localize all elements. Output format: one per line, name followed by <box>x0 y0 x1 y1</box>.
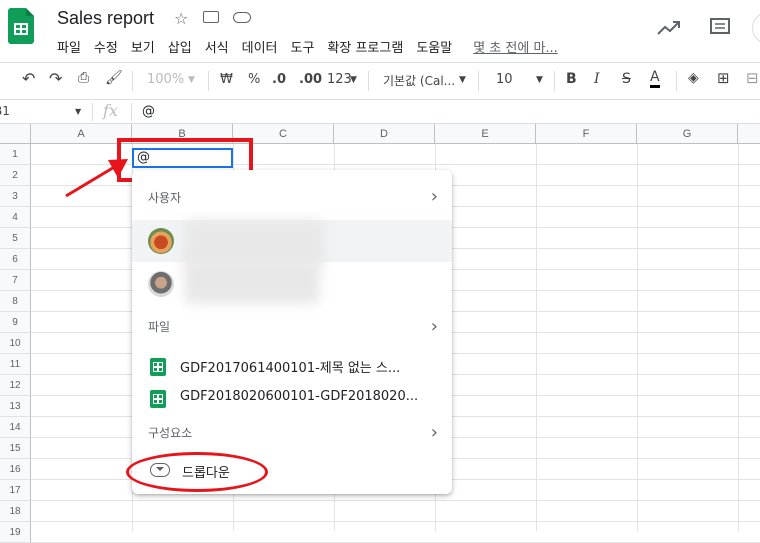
name-box[interactable]: B1 <box>0 104 10 118</box>
cloud-status-icon[interactable] <box>233 12 251 23</box>
column-header[interactable]: G <box>637 124 738 144</box>
menu-view[interactable]: 보기 <box>131 37 155 57</box>
row-header[interactable]: 19 <box>0 522 31 543</box>
italic-button[interactable]: I <box>594 71 600 87</box>
number-format-chevron-icon: ▼ <box>350 75 357 85</box>
row-header[interactable]: 7 <box>0 270 31 291</box>
google-sheets-icon <box>150 358 166 376</box>
file-name: GDF2017061400101-제목 없는 스... <box>180 361 401 376</box>
font-size-chevron-icon: ▼ <box>536 75 543 85</box>
share-button[interactable] <box>752 12 760 44</box>
paint-format-icon[interactable]: 🖌 <box>105 70 123 86</box>
menu-format[interactable]: 서식 <box>205 37 229 57</box>
row-header[interactable]: 2 <box>0 165 31 186</box>
increase-decimal-button[interactable]: .00 <box>299 72 322 87</box>
menu-help[interactable]: 도움말 <box>416 37 452 57</box>
bold-button[interactable]: B <box>566 71 577 87</box>
menu-tools[interactable]: 도구 <box>291 37 315 57</box>
font-chevron-icon: ▼ <box>459 75 466 85</box>
row-header[interactable]: 17 <box>0 480 31 501</box>
percent-format-button[interactable]: % <box>248 72 260 87</box>
row-header[interactable]: 13 <box>0 396 31 417</box>
menu-extensions[interactable]: 확장 프로그램 <box>327 37 403 57</box>
annotation-highlight-ellipse <box>126 452 268 492</box>
move-folder-icon[interactable] <box>203 11 219 23</box>
document-title[interactable]: Sales report <box>57 8 154 29</box>
annotation-arrow-icon <box>65 159 128 198</box>
font-size-select[interactable]: 10 <box>496 72 513 87</box>
row-header[interactable]: 18 <box>0 501 31 522</box>
row-header[interactable]: 16 <box>0 459 31 480</box>
row-header[interactable]: 15 <box>0 438 31 459</box>
chevron-right-icon[interactable]: › <box>431 422 438 443</box>
borders-icon[interactable]: ⊞ <box>717 69 730 87</box>
menu-item-file[interactable]: GDF2018020600101-GDF2018020... <box>132 377 452 417</box>
row-header[interactable]: 8 <box>0 291 31 312</box>
chevron-right-icon[interactable]: › <box>431 186 438 207</box>
smart-chips-menu: 사용자 › 파일 › GDF2017061400101-제목 없는 스... G… <box>132 170 452 494</box>
column-header-overflow <box>738 124 760 144</box>
last-edit-link[interactable]: 몇 초 전에 마... <box>473 37 558 57</box>
row-header[interactable]: 6 <box>0 249 31 270</box>
redo-icon[interactable]: ↷ <box>49 69 62 88</box>
select-all-corner[interactable] <box>0 124 31 144</box>
section-components-title: 구성요소 <box>148 426 193 440</box>
currency-format-button[interactable]: ₩ <box>220 72 233 87</box>
font-family-select[interactable]: 기본값 (Cal... <box>383 72 455 89</box>
sheets-logo-icon[interactable] <box>8 8 34 44</box>
menu-file[interactable]: 파일 <box>57 37 81 57</box>
menu-insert[interactable]: 삽입 <box>168 37 192 57</box>
strikethrough-button[interactable]: S <box>622 71 631 87</box>
menu-bar: 파일 수정 보기 삽입 서식 데이터 도구 확장 프로그램 도움말 몇 초 전에… <box>57 37 571 57</box>
row-header[interactable]: 12 <box>0 375 31 396</box>
chevron-right-icon[interactable]: › <box>431 316 438 337</box>
print-icon[interactable]: ⎙ <box>78 70 89 86</box>
menu-item-person[interactable] <box>132 220 452 266</box>
section-files-title: 파일 <box>148 320 171 334</box>
file-name: GDF2018020600101-GDF2018020... <box>180 389 419 404</box>
row-header[interactable]: 9 <box>0 312 31 333</box>
avatar <box>148 228 174 254</box>
menu-item-person[interactable] <box>132 258 452 304</box>
row-header[interactable]: 14 <box>0 417 31 438</box>
menu-edit[interactable]: 수정 <box>94 37 118 57</box>
decrease-decimal-button[interactable]: .0 <box>272 72 286 87</box>
star-icon[interactable]: ☆ <box>174 9 188 28</box>
zoom-select[interactable]: 100% <box>147 72 184 87</box>
formula-input[interactable]: @ <box>142 104 155 119</box>
avatar <box>148 271 174 297</box>
formula-bar: B1 ▼ fx @ <box>0 100 760 124</box>
section-people-title: 사용자 <box>148 191 182 205</box>
comment-icon[interactable] <box>709 17 731 37</box>
zoom-chevron-icon: ▼ <box>188 75 195 85</box>
fill-color-icon[interactable]: ◈ <box>688 70 699 86</box>
row-header[interactable]: 3 <box>0 186 31 207</box>
fx-icon: fx <box>103 101 118 120</box>
trending-icon[interactable] <box>657 20 681 36</box>
menu-data[interactable]: 데이터 <box>242 37 278 57</box>
text-color-button[interactable]: A <box>650 69 660 88</box>
undo-icon[interactable]: ↶ <box>22 69 35 88</box>
merge-cells-icon[interactable]: ⊟ <box>746 69 759 87</box>
row-header[interactable]: 5 <box>0 228 31 249</box>
column-header[interactable]: E <box>435 124 536 144</box>
google-sheets-icon <box>150 390 166 408</box>
row-header[interactable]: 10 <box>0 333 31 354</box>
app-header: Sales report ☆ 파일 수정 보기 삽입 서식 데이터 도구 확장 … <box>0 0 760 62</box>
column-header[interactable]: D <box>334 124 435 144</box>
row-header[interactable]: 11 <box>0 354 31 375</box>
row-header[interactable]: 4 <box>0 207 31 228</box>
row-header[interactable]: 1 <box>0 144 31 165</box>
name-box-chevron-icon: ▼ <box>75 107 82 116</box>
column-header[interactable]: F <box>536 124 637 144</box>
number-format-select[interactable]: 123 <box>327 72 352 87</box>
toolbar: ↶ ↷ ⎙ 🖌 100% ▼ ₩ % .0 .00 123 ▼ 기본값 (Cal… <box>0 62 760 100</box>
